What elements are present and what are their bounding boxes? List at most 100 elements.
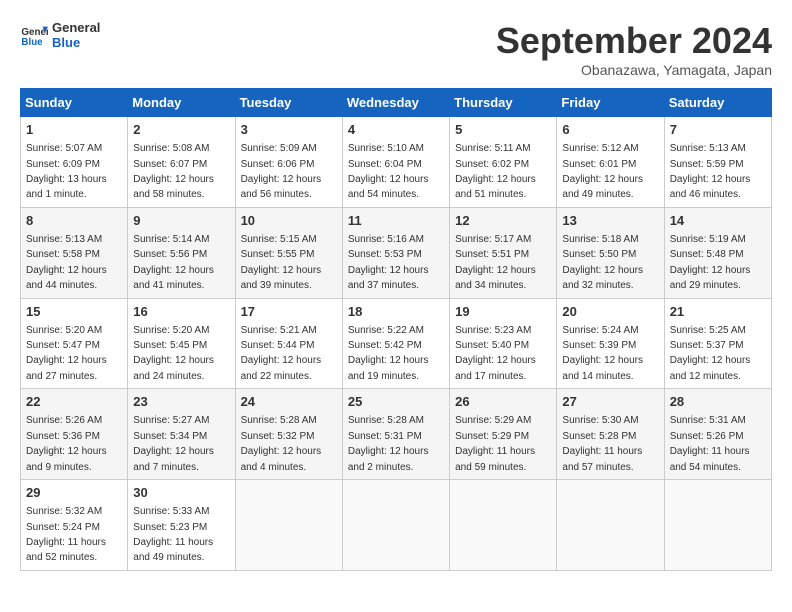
- col-header-monday: Monday: [128, 89, 235, 117]
- calendar-cell: 17 Sunrise: 5:21 AMSunset: 5:44 PMDaylig…: [235, 298, 342, 389]
- day-number: 26: [455, 393, 551, 411]
- day-info: Sunrise: 5:33 AMSunset: 5:23 PMDaylight:…: [133, 506, 213, 563]
- calendar-cell: 10 Sunrise: 5:15 AMSunset: 5:55 PMDaylig…: [235, 207, 342, 298]
- col-header-wednesday: Wednesday: [342, 89, 449, 117]
- day-info: Sunrise: 5:22 AMSunset: 5:42 PMDaylight:…: [348, 325, 429, 382]
- calendar-cell: 6 Sunrise: 5:12 AMSunset: 6:01 PMDayligh…: [557, 117, 664, 208]
- calendar-cell: [235, 480, 342, 571]
- calendar-table: SundayMondayTuesdayWednesdayThursdayFrid…: [20, 88, 772, 571]
- logo-blue: Blue: [52, 35, 100, 50]
- day-info: Sunrise: 5:15 AMSunset: 5:55 PMDaylight:…: [241, 234, 322, 291]
- day-number: 22: [26, 393, 122, 411]
- calendar-cell: 3 Sunrise: 5:09 AMSunset: 6:06 PMDayligh…: [235, 117, 342, 208]
- day-info: Sunrise: 5:23 AMSunset: 5:40 PMDaylight:…: [455, 325, 536, 382]
- day-info: Sunrise: 5:29 AMSunset: 5:29 PMDaylight:…: [455, 415, 535, 472]
- calendar-cell: 26 Sunrise: 5:29 AMSunset: 5:29 PMDaylig…: [450, 389, 557, 480]
- day-number: 1: [26, 121, 122, 139]
- header: General Blue General Blue September 2024…: [20, 20, 772, 78]
- day-number: 6: [562, 121, 658, 139]
- day-info: Sunrise: 5:13 AMSunset: 5:58 PMDaylight:…: [26, 234, 107, 291]
- week-row-4: 22 Sunrise: 5:26 AMSunset: 5:36 PMDaylig…: [21, 389, 772, 480]
- day-number: 11: [348, 212, 444, 230]
- day-number: 27: [562, 393, 658, 411]
- day-number: 9: [133, 212, 229, 230]
- calendar-cell: 21 Sunrise: 5:25 AMSunset: 5:37 PMDaylig…: [664, 298, 771, 389]
- calendar-cell: 1 Sunrise: 5:07 AMSunset: 6:09 PMDayligh…: [21, 117, 128, 208]
- day-number: 23: [133, 393, 229, 411]
- calendar-cell: [557, 480, 664, 571]
- col-header-saturday: Saturday: [664, 89, 771, 117]
- day-info: Sunrise: 5:09 AMSunset: 6:06 PMDaylight:…: [241, 143, 322, 200]
- day-number: 5: [455, 121, 551, 139]
- day-info: Sunrise: 5:26 AMSunset: 5:36 PMDaylight:…: [26, 415, 107, 472]
- col-header-sunday: Sunday: [21, 89, 128, 117]
- calendar-cell: 16 Sunrise: 5:20 AMSunset: 5:45 PMDaylig…: [128, 298, 235, 389]
- col-header-friday: Friday: [557, 89, 664, 117]
- calendar-cell: [664, 480, 771, 571]
- day-number: 17: [241, 303, 337, 321]
- logo: General Blue General Blue: [20, 20, 100, 50]
- day-number: 13: [562, 212, 658, 230]
- day-number: 10: [241, 212, 337, 230]
- day-info: Sunrise: 5:16 AMSunset: 5:53 PMDaylight:…: [348, 234, 429, 291]
- day-number: 16: [133, 303, 229, 321]
- day-number: 24: [241, 393, 337, 411]
- calendar-cell: 18 Sunrise: 5:22 AMSunset: 5:42 PMDaylig…: [342, 298, 449, 389]
- calendar-cell: 8 Sunrise: 5:13 AMSunset: 5:58 PMDayligh…: [21, 207, 128, 298]
- day-info: Sunrise: 5:21 AMSunset: 5:44 PMDaylight:…: [241, 325, 322, 382]
- day-info: Sunrise: 5:12 AMSunset: 6:01 PMDaylight:…: [562, 143, 643, 200]
- day-number: 2: [133, 121, 229, 139]
- calendar-cell: 2 Sunrise: 5:08 AMSunset: 6:07 PMDayligh…: [128, 117, 235, 208]
- day-info: Sunrise: 5:10 AMSunset: 6:04 PMDaylight:…: [348, 143, 429, 200]
- day-info: Sunrise: 5:31 AMSunset: 5:26 PMDaylight:…: [670, 415, 750, 472]
- logo-general: General: [52, 20, 100, 35]
- week-row-3: 15 Sunrise: 5:20 AMSunset: 5:47 PMDaylig…: [21, 298, 772, 389]
- day-number: 19: [455, 303, 551, 321]
- calendar-cell: 30 Sunrise: 5:33 AMSunset: 5:23 PMDaylig…: [128, 480, 235, 571]
- col-header-tuesday: Tuesday: [235, 89, 342, 117]
- day-info: Sunrise: 5:20 AMSunset: 5:47 PMDaylight:…: [26, 325, 107, 382]
- day-number: 4: [348, 121, 444, 139]
- day-info: Sunrise: 5:24 AMSunset: 5:39 PMDaylight:…: [562, 325, 643, 382]
- calendar-cell: [450, 480, 557, 571]
- day-info: Sunrise: 5:18 AMSunset: 5:50 PMDaylight:…: [562, 234, 643, 291]
- calendar-cell: 4 Sunrise: 5:10 AMSunset: 6:04 PMDayligh…: [342, 117, 449, 208]
- day-number: 18: [348, 303, 444, 321]
- day-info: Sunrise: 5:19 AMSunset: 5:48 PMDaylight:…: [670, 234, 751, 291]
- header-row: SundayMondayTuesdayWednesdayThursdayFrid…: [21, 89, 772, 117]
- day-info: Sunrise: 5:20 AMSunset: 5:45 PMDaylight:…: [133, 325, 214, 382]
- day-number: 25: [348, 393, 444, 411]
- week-row-1: 1 Sunrise: 5:07 AMSunset: 6:09 PMDayligh…: [21, 117, 772, 208]
- day-number: 15: [26, 303, 122, 321]
- calendar-cell: 25 Sunrise: 5:28 AMSunset: 5:31 PMDaylig…: [342, 389, 449, 480]
- calendar-cell: 12 Sunrise: 5:17 AMSunset: 5:51 PMDaylig…: [450, 207, 557, 298]
- logo-icon: General Blue: [20, 21, 48, 49]
- day-info: Sunrise: 5:17 AMSunset: 5:51 PMDaylight:…: [455, 234, 536, 291]
- calendar-cell: 20 Sunrise: 5:24 AMSunset: 5:39 PMDaylig…: [557, 298, 664, 389]
- week-row-5: 29 Sunrise: 5:32 AMSunset: 5:24 PMDaylig…: [21, 480, 772, 571]
- calendar-cell: 14 Sunrise: 5:19 AMSunset: 5:48 PMDaylig…: [664, 207, 771, 298]
- day-number: 21: [670, 303, 766, 321]
- calendar-cell: 15 Sunrise: 5:20 AMSunset: 5:47 PMDaylig…: [21, 298, 128, 389]
- day-number: 20: [562, 303, 658, 321]
- calendar-cell: 28 Sunrise: 5:31 AMSunset: 5:26 PMDaylig…: [664, 389, 771, 480]
- day-info: Sunrise: 5:28 AMSunset: 5:32 PMDaylight:…: [241, 415, 322, 472]
- day-info: Sunrise: 5:11 AMSunset: 6:02 PMDaylight:…: [455, 143, 536, 200]
- day-info: Sunrise: 5:32 AMSunset: 5:24 PMDaylight:…: [26, 506, 106, 563]
- day-number: 28: [670, 393, 766, 411]
- svg-text:Blue: Blue: [21, 37, 43, 48]
- day-info: Sunrise: 5:25 AMSunset: 5:37 PMDaylight:…: [670, 325, 751, 382]
- day-info: Sunrise: 5:28 AMSunset: 5:31 PMDaylight:…: [348, 415, 429, 472]
- week-row-2: 8 Sunrise: 5:13 AMSunset: 5:58 PMDayligh…: [21, 207, 772, 298]
- calendar-cell: 23 Sunrise: 5:27 AMSunset: 5:34 PMDaylig…: [128, 389, 235, 480]
- day-info: Sunrise: 5:08 AMSunset: 6:07 PMDaylight:…: [133, 143, 214, 200]
- calendar-cell: 7 Sunrise: 5:13 AMSunset: 5:59 PMDayligh…: [664, 117, 771, 208]
- col-header-thursday: Thursday: [450, 89, 557, 117]
- day-info: Sunrise: 5:27 AMSunset: 5:34 PMDaylight:…: [133, 415, 214, 472]
- day-number: 8: [26, 212, 122, 230]
- day-info: Sunrise: 5:14 AMSunset: 5:56 PMDaylight:…: [133, 234, 214, 291]
- day-info: Sunrise: 5:13 AMSunset: 5:59 PMDaylight:…: [670, 143, 751, 200]
- day-number: 29: [26, 484, 122, 502]
- calendar-cell: 22 Sunrise: 5:26 AMSunset: 5:36 PMDaylig…: [21, 389, 128, 480]
- calendar-cell: 11 Sunrise: 5:16 AMSunset: 5:53 PMDaylig…: [342, 207, 449, 298]
